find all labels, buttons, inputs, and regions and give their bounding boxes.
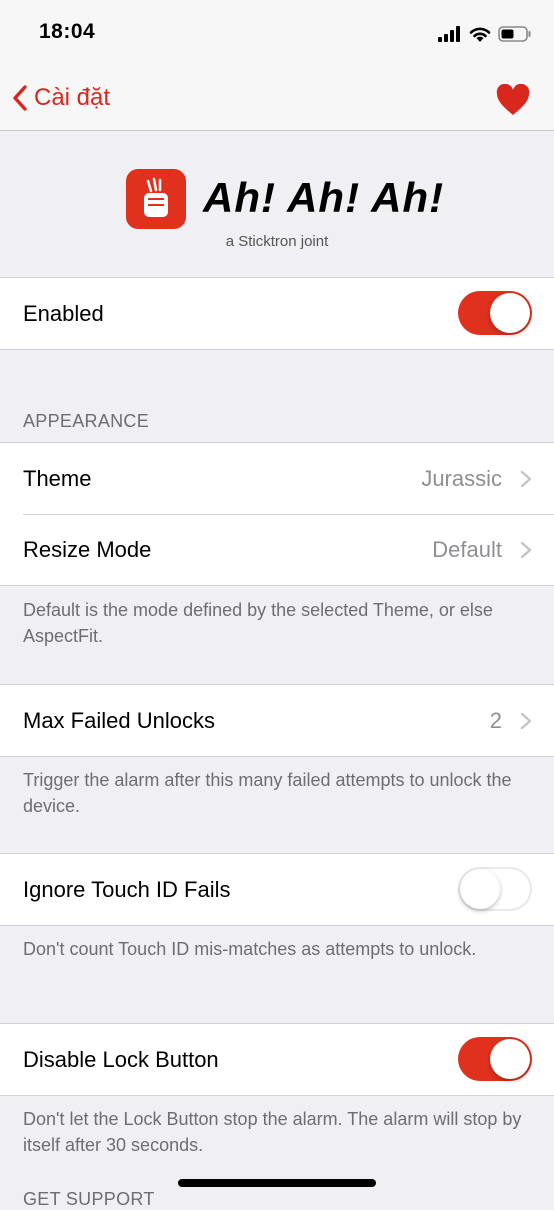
lock-button-cell: Disable Lock Button (0, 1024, 554, 1095)
theme-cell[interactable]: Theme Jurassic (0, 443, 554, 514)
max-failed-group: Max Failed Unlocks 2 (0, 684, 554, 757)
app-logo (126, 169, 186, 229)
lock-button-group: Disable Lock Button (0, 1023, 554, 1096)
app-subtitle: a Sticktron joint (225, 233, 329, 250)
back-label: Cài đặt (34, 84, 111, 111)
battery-icon (498, 26, 531, 42)
resize-mode-cell[interactable]: Resize Mode Default (0, 514, 554, 585)
enabled-label: Enabled (23, 301, 104, 326)
chevron-right-icon (520, 470, 532, 488)
theme-value: Jurassic (421, 466, 502, 491)
enabled-toggle[interactable] (458, 291, 532, 335)
appearance-section-header: APPEARANCE (23, 411, 150, 431)
lock-button-toggle[interactable] (458, 1037, 532, 1081)
heart-icon (496, 83, 530, 115)
toggle-knob (490, 1039, 530, 1079)
navigation-bar: Cài đặt (0, 66, 554, 131)
resize-mode-value: Default (432, 537, 502, 562)
home-indicator[interactable] (178, 1179, 376, 1187)
touch-id-group: Ignore Touch ID Fails (0, 853, 554, 926)
back-button[interactable]: Cài đặt (12, 80, 110, 116)
status-bar: 18:04 (0, 0, 554, 66)
appearance-footer: Default is the mode defined by the selec… (23, 600, 493, 646)
toggle-knob (460, 869, 500, 909)
touch-id-footer: Don't count Touch ID mis-matches as atte… (23, 939, 477, 959)
touch-id-toggle[interactable] (458, 867, 532, 911)
cellular-signal-icon (438, 26, 460, 42)
status-icons (438, 22, 532, 46)
max-failed-value: 2 (489, 708, 502, 733)
appearance-group: Theme Jurassic Resize Mode Default (0, 442, 554, 586)
touch-id-cell: Ignore Touch ID Fails (0, 854, 554, 925)
enabled-group: Enabled (0, 277, 554, 350)
max-failed-label: Max Failed Unlocks (23, 708, 215, 733)
max-failed-cell[interactable]: Max Failed Unlocks 2 (0, 685, 554, 756)
lock-button-footer: Don't let the Lock Button stop the alarm… (23, 1109, 522, 1155)
resize-mode-label: Resize Mode (23, 537, 152, 562)
status-time: 18:04 (39, 20, 96, 43)
chevron-right-icon (520, 712, 532, 730)
toggle-knob (490, 293, 530, 333)
favorite-button[interactable] (496, 83, 530, 116)
touch-id-label: Ignore Touch ID Fails (23, 877, 231, 902)
chevron-left-icon (13, 85, 27, 111)
lock-button-label: Disable Lock Button (23, 1047, 219, 1072)
enabled-cell: Enabled (0, 278, 554, 349)
max-failed-footer: Trigger the alarm after this many failed… (23, 770, 512, 816)
app-title: Ah! Ah! Ah! (203, 174, 445, 221)
wifi-icon (469, 27, 491, 42)
raised-fist-icon (144, 177, 168, 217)
chevron-right-icon (520, 541, 532, 559)
theme-label: Theme (23, 466, 92, 491)
